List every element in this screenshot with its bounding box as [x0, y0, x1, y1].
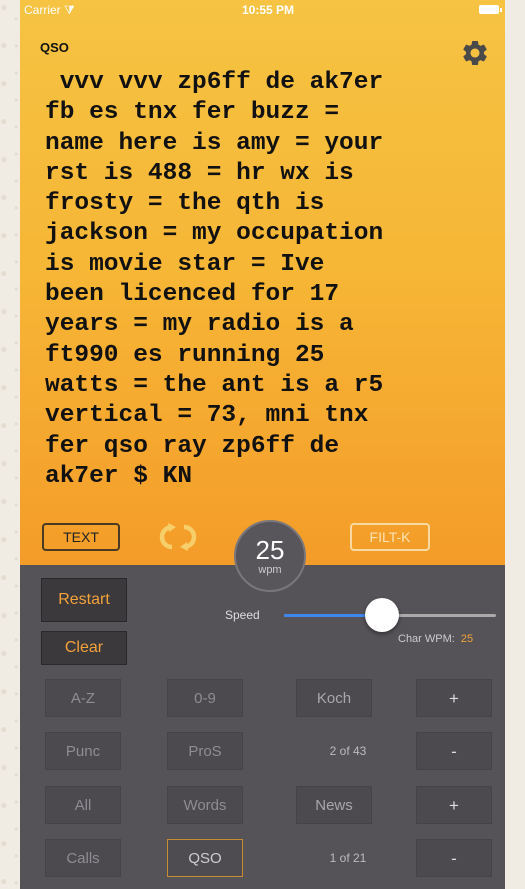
text-panel: Carrier ⧩ 10:55 PM QSO vvv vvv zp6ff de …	[20, 0, 505, 565]
news-button[interactable]: News	[296, 786, 372, 824]
char-wpm-value: 25	[460, 633, 474, 645]
calls-button[interactable]: Calls	[45, 839, 121, 877]
repeat-icon[interactable]	[152, 522, 204, 552]
carrier-label: Carrier ⧩	[24, 3, 75, 18]
control-panel: Restart Clear Speed Char WPM: 25 A-Z 0-9 …	[20, 565, 505, 889]
pros-button[interactable]: ProS	[167, 732, 243, 770]
wpm-value: 25	[255, 535, 285, 565]
restart-button[interactable]: Restart	[41, 578, 127, 622]
speed-label: Speed	[225, 608, 260, 622]
status-time: 10:55 PM	[242, 3, 295, 17]
a-z-button[interactable]: A-Z	[45, 679, 121, 717]
koch-button[interactable]: Koch	[296, 679, 372, 717]
qso-button[interactable]: QSO	[167, 839, 243, 877]
punc-button[interactable]: Punc	[45, 732, 121, 770]
status-bar: Carrier ⧩ 10:55 PM	[20, 0, 505, 20]
text-toggle-button[interactable]: TEXT	[42, 523, 120, 551]
clear-button[interactable]: Clear	[41, 631, 127, 665]
speed-slider-knob[interactable]	[364, 598, 399, 632]
qso-minus-button[interactable]: -	[416, 839, 492, 877]
qso-text-display: vvv vvv zp6ff de ak7er fb es tnx fer buz…	[45, 69, 384, 490]
koch-minus-button[interactable]: -	[416, 732, 492, 770]
phone-screen: Carrier ⧩ 10:55 PM QSO vvv vvv zp6ff de …	[20, 0, 505, 889]
gear-icon[interactable]	[460, 38, 490, 68]
words-button[interactable]: Words	[167, 786, 243, 824]
mode-title: QSO	[40, 40, 69, 55]
filt-k-button[interactable]: FILT-K	[350, 523, 430, 551]
0-9-button[interactable]: 0-9	[167, 679, 243, 717]
wpm-indicator: 25 wpm	[234, 520, 306, 592]
all-button[interactable]: All	[45, 786, 121, 824]
char-wpm-label: Char WPM:	[398, 633, 455, 645]
news-plus-button[interactable]: +	[416, 786, 492, 824]
carrier-text: Carrier	[24, 3, 61, 17]
battery-icon	[479, 5, 502, 14]
wpm-unit: wpm	[258, 564, 282, 576]
koch-plus-button[interactable]: +	[416, 679, 492, 717]
wifi-icon: ⧩	[64, 3, 75, 17]
qso-counter: 1 of 21	[329, 851, 367, 865]
koch-lesson-counter: 2 of 43	[329, 744, 367, 758]
char-wpm-readout: Char WPM: 25	[398, 633, 473, 645]
